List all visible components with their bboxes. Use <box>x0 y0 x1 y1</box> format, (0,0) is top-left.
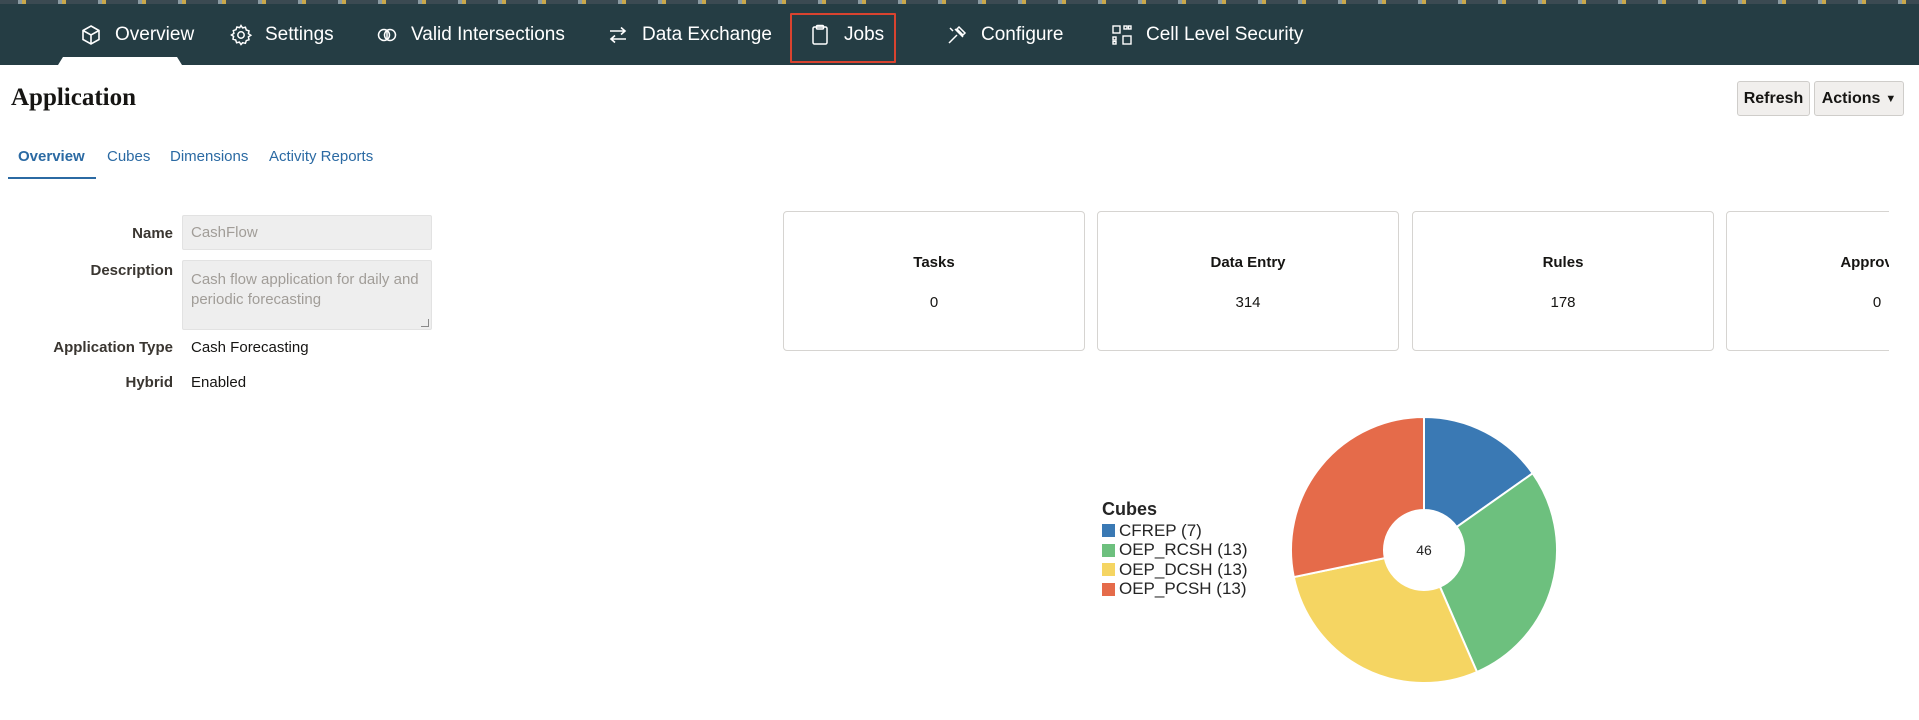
pie-slice[interactable] <box>1290 415 1425 579</box>
card-data-entry[interactable]: Data Entry 314 <box>1097 211 1399 351</box>
legend-items: CFREP (7) OEP_RCSH (13) OEP_DCSH (13) OEP_P… <box>1102 521 1247 599</box>
nav-item-cell-level-security[interactable]: Cell Level Security <box>1110 4 1303 65</box>
legend-label: CFREP (7) <box>1119 520 1202 540</box>
page-title: Application <box>11 84 137 111</box>
nav-item-configure[interactable]: Configure <box>945 4 1063 65</box>
legend-swatch <box>1102 563 1115 577</box>
legend-swatch <box>1102 524 1115 538</box>
nav-label-cell-level-security: Cell Level Security <box>1146 23 1304 45</box>
card-approvals[interactable]: Approvals 0 <box>1726 211 1889 351</box>
cube-icon <box>79 23 103 47</box>
nav-item-valid-intersections[interactable]: Valid Intersections <box>375 4 565 65</box>
nav-label-valid-intersections: Valid Intersections <box>411 23 565 45</box>
card-title: Tasks <box>913 254 955 271</box>
nav-item-settings[interactable]: Settings <box>229 4 334 65</box>
card-value: 0 <box>1872 294 1882 311</box>
card-title: Rules <box>1542 254 1584 271</box>
nav-label-configure: Configure <box>981 23 1064 45</box>
card-title: Approvals <box>1840 254 1889 271</box>
legend-label: OEP_RCSH (13) <box>1119 540 1248 560</box>
card-title: Data Entry <box>1210 254 1286 271</box>
legend-item[interactable]: OEP_DCSH (13) <box>1102 560 1247 580</box>
hybrid-label: Hybrid <box>125 374 173 391</box>
gear-icon <box>229 23 253 47</box>
tools-icon <box>945 23 969 47</box>
active-tab-indicator <box>58 57 182 65</box>
nav-item-data-exchange[interactable]: Data Exchange <box>606 4 772 65</box>
subtab-active-underline <box>8 177 96 179</box>
legend-item[interactable]: OEP_RCSH (13) <box>1102 540 1248 561</box>
card-value: 178 <box>1550 294 1576 311</box>
top-navigation-bar: Overview Settings Valid Intersections Da… <box>0 4 1919 65</box>
subtab-dimensions[interactable]: Dimensions <box>170 148 248 165</box>
card-value: 0 <box>929 294 939 311</box>
application-type-value: Cash Forecasting <box>191 339 309 356</box>
legend-swatch <box>1102 582 1115 596</box>
description-field[interactable]: Cash flow application for daily and peri… <box>182 260 432 330</box>
name-label: Name <box>132 225 173 242</box>
summary-cards: Tasks 0 Data Entry 314 Rules 178 Approva… <box>780 210 1889 355</box>
legend-label: OEP_PCSH (13) <box>1119 579 1247 599</box>
nav-label-settings: Settings <box>265 23 334 45</box>
subtab-activity-reports[interactable]: Activity Reports <box>269 148 373 165</box>
actions-button-label: Actions <box>1821 89 1881 107</box>
nav-label-data-exchange: Data Exchange <box>642 23 772 45</box>
description-label: Description <box>90 262 173 279</box>
card-tasks[interactable]: Tasks 0 <box>783 211 1085 351</box>
description-text: Cash flow application for daily and peri… <box>191 271 419 308</box>
name-field[interactable]: CashFlow <box>182 215 432 250</box>
card-rules[interactable]: Rules 178 <box>1412 211 1714 351</box>
legend-swatch <box>1102 543 1115 557</box>
actions-button[interactable]: Actions ▼ <box>1814 81 1904 116</box>
jobs-highlight-box <box>790 13 896 63</box>
legend-label: OEP_DCSH (13) <box>1119 559 1248 579</box>
chart-legend: Cubes CFREP (7) OEP_RCSH (13) OEP_DCSH (13… <box>1102 499 1247 599</box>
nav-item-overview[interactable]: Overview <box>79 4 194 65</box>
subtab-cubes[interactable]: Cubes <box>107 148 150 165</box>
hybrid-value: Enabled <box>191 374 247 391</box>
caret-down-icon: ▼ <box>1885 92 1897 105</box>
nav-label-overview: Overview <box>115 23 195 45</box>
exchange-arrows-icon <box>606 23 630 47</box>
intersections-icon <box>375 23 399 47</box>
refresh-button-label: Refresh <box>1743 89 1804 107</box>
pie-slice[interactable] <box>1292 556 1479 684</box>
legend-title: Cubes <box>1102 499 1158 519</box>
resize-handle-icon[interactable] <box>421 319 429 327</box>
legend-item[interactable]: OEP_PCSH (13) <box>1102 579 1247 600</box>
refresh-button[interactable]: Refresh <box>1737 81 1810 116</box>
donut-center-label: 46 <box>1416 542 1432 558</box>
card-value: 314 <box>1235 294 1261 311</box>
cubes-donut-chart: 46 <box>1290 415 1558 684</box>
legend-item[interactable]: CFREP (7) <box>1102 521 1247 541</box>
grid-security-icon <box>1110 23 1134 47</box>
subtab-overview[interactable]: Overview <box>18 148 85 165</box>
application-type-label: Application Type <box>53 339 173 356</box>
